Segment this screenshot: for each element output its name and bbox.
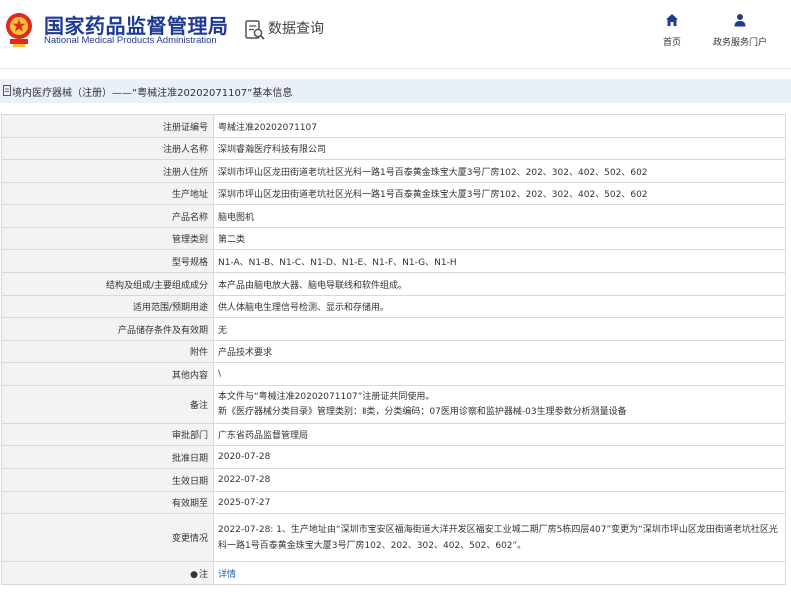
field-value: 本文件与“粤械注准20202071107”注册证共同使用。 新《医疗器械分类目录… <box>213 385 786 424</box>
field-label: 产品储存条件及有效期 <box>1 317 214 341</box>
field-value: 2022-07-28 <box>213 468 786 492</box>
field-label: 管理类别 <box>1 227 214 250</box>
field-label: 生产地址 <box>1 182 214 205</box>
table-row: 其他内容 \ <box>1 362 786 386</box>
table-row: 生效日期 2022-07-28 <box>1 468 786 492</box>
field-value: N1-A、N1-B、N1-C、N1-D、N1-E、N1-F、N1-G、N1-H <box>213 249 786 273</box>
field-value: 2020-07-28 <box>213 445 786 469</box>
field-value: 无 <box>213 317 786 341</box>
table-row: 管理类别 第二类 <box>1 227 786 250</box>
field-value: 深圳市坪山区龙田街道老坑社区光科一路1号百泰黄金珠宝大厦3号厂房102、202、… <box>213 182 786 205</box>
remark-line: 新《医疗器械分类目录》管理类别：Ⅱ类，分类编码：07医用诊察和监护器械-03生理… <box>218 406 627 417</box>
table-row: 批准日期 2020-07-28 <box>1 445 786 469</box>
table-row: 注册证编号 粤械注准20202071107 <box>1 114 786 138</box>
table-row: 注册人名称 深圳睿瀚医疗科技有限公司 <box>1 137 786 160</box>
breadcrumb-text: 境内医疗器械（注册）——“粤械注准20202071107”基本信息 <box>12 88 293 99</box>
table-row: 产品名称 脑电图机 <box>1 204 786 228</box>
field-value: \ <box>213 362 786 386</box>
table-row: 附件 产品技术要求 <box>1 340 786 363</box>
field-value: 2025-07-27 <box>213 491 786 514</box>
table-row: 变更情况 2022-07-28: 1、生产地址由“深圳市宝安区福海街道大洋开发区… <box>1 513 786 562</box>
table-row: 备注 本文件与“粤械注准20202071107”注册证共同使用。 新《医疗器械分… <box>1 385 786 424</box>
user-icon <box>734 14 746 27</box>
field-value: 深圳睿瀚医疗科技有限公司 <box>213 137 786 160</box>
field-label: 其他内容 <box>1 362 214 386</box>
field-value: 脑电图机 <box>213 204 786 228</box>
field-label: 结构及组成/主要组成成分 <box>1 272 214 296</box>
field-value: 产品技术要求 <box>213 340 786 363</box>
pin-bullet: ● <box>190 569 198 580</box>
field-label: 注册人名称 <box>1 137 214 160</box>
field-value: 深圳市坪山区龙田街道老坑社区光科一路1号百泰黄金珠宝大厦3号厂房102、202、… <box>213 159 786 183</box>
table-row: 结构及组成/主要组成成分 本产品由脑电放大器、脑电导联线和软件组成。 <box>1 272 786 296</box>
field-label: 注册人住所 <box>1 159 214 183</box>
field-label: 变更情况 <box>1 513 214 562</box>
change-history: 2022-07-28: 1、生产地址由“深圳市宝安区福海街道大洋开发区福安工业城… <box>213 513 786 562</box>
field-label: 型号规格 <box>1 249 214 273</box>
home-icon <box>666 14 678 26</box>
field-label: 注册证编号 <box>1 114 214 138</box>
breadcrumb: 境内医疗器械（注册）——“粤械注准20202071107”基本信息 <box>0 79 791 103</box>
nav-home[interactable]: 首页 <box>654 12 690 48</box>
field-label: 生效日期 <box>1 468 214 492</box>
details-link[interactable]: 详情 <box>218 570 236 580</box>
field-value: 供人体脑电生理信号检测、显示和存储用。 <box>213 295 786 318</box>
field-label: 批准日期 <box>1 445 214 469</box>
data-search-icon <box>245 20 265 40</box>
nav-gov-portal[interactable]: 政务服务门户 <box>707 12 773 48</box>
detail-table: 注册证编号 粤械注准20202071107 注册人名称 深圳睿瀚医疗科技有限公司… <box>1 114 786 585</box>
field-value: 广东省药品监督管理局 <box>213 423 786 446</box>
table-row: 适用范围/预期用途 供人体脑电生理信号检测、显示和存储用。 <box>1 295 786 318</box>
header-divider <box>0 68 791 69</box>
field-label: 审批部门 <box>1 423 214 446</box>
national-emblem-icon <box>6 13 32 47</box>
field-label: 备注 <box>1 385 214 424</box>
field-label: 适用范围/预期用途 <box>1 295 214 318</box>
table-row: 型号规格 N1-A、N1-B、N1-C、N1-D、N1-E、N1-F、N1-G、… <box>1 249 786 273</box>
data-query-title: 数据查询 <box>268 21 324 37</box>
table-row: 生产地址 深圳市坪山区龙田街道老坑社区光科一路1号百泰黄金珠宝大厦3号厂房102… <box>1 182 786 205</box>
table-row: ●注 详情 <box>1 561 786 585</box>
table-row: 产品储存条件及有效期 无 <box>1 317 786 341</box>
field-label: ●注 <box>1 561 214 585</box>
field-label: 有效期至 <box>1 491 214 514</box>
field-value: 第二类 <box>213 227 786 250</box>
remark-line: 本文件与“粤械注准20202071107”注册证共同使用。 <box>218 391 435 402</box>
field-value: 详情 <box>213 561 786 585</box>
table-row: 审批部门 广东省药品监督管理局 <box>1 423 786 446</box>
field-label: 产品名称 <box>1 204 214 228</box>
agency-name-en[interactable]: National Medical Products Administration <box>44 35 217 46</box>
note-label: 注 <box>198 569 208 580</box>
table-row: 注册人住所 深圳市坪山区龙田街道老坑社区光科一路1号百泰黄金珠宝大厦3号厂房10… <box>1 159 786 183</box>
field-value: 本产品由脑电放大器、脑电导联线和软件组成。 <box>213 272 786 296</box>
table-row: 有效期至 2025-07-27 <box>1 491 786 514</box>
document-icon <box>3 85 11 96</box>
field-value: 粤械注准20202071107 <box>213 114 786 138</box>
nav-gov-label: 政务服务门户 <box>712 38 767 48</box>
field-label: 附件 <box>1 340 214 363</box>
site-header: 国家药品监督管理局 National Medical Products Admi… <box>0 0 791 68</box>
nav-home-label: 首页 <box>662 38 681 48</box>
